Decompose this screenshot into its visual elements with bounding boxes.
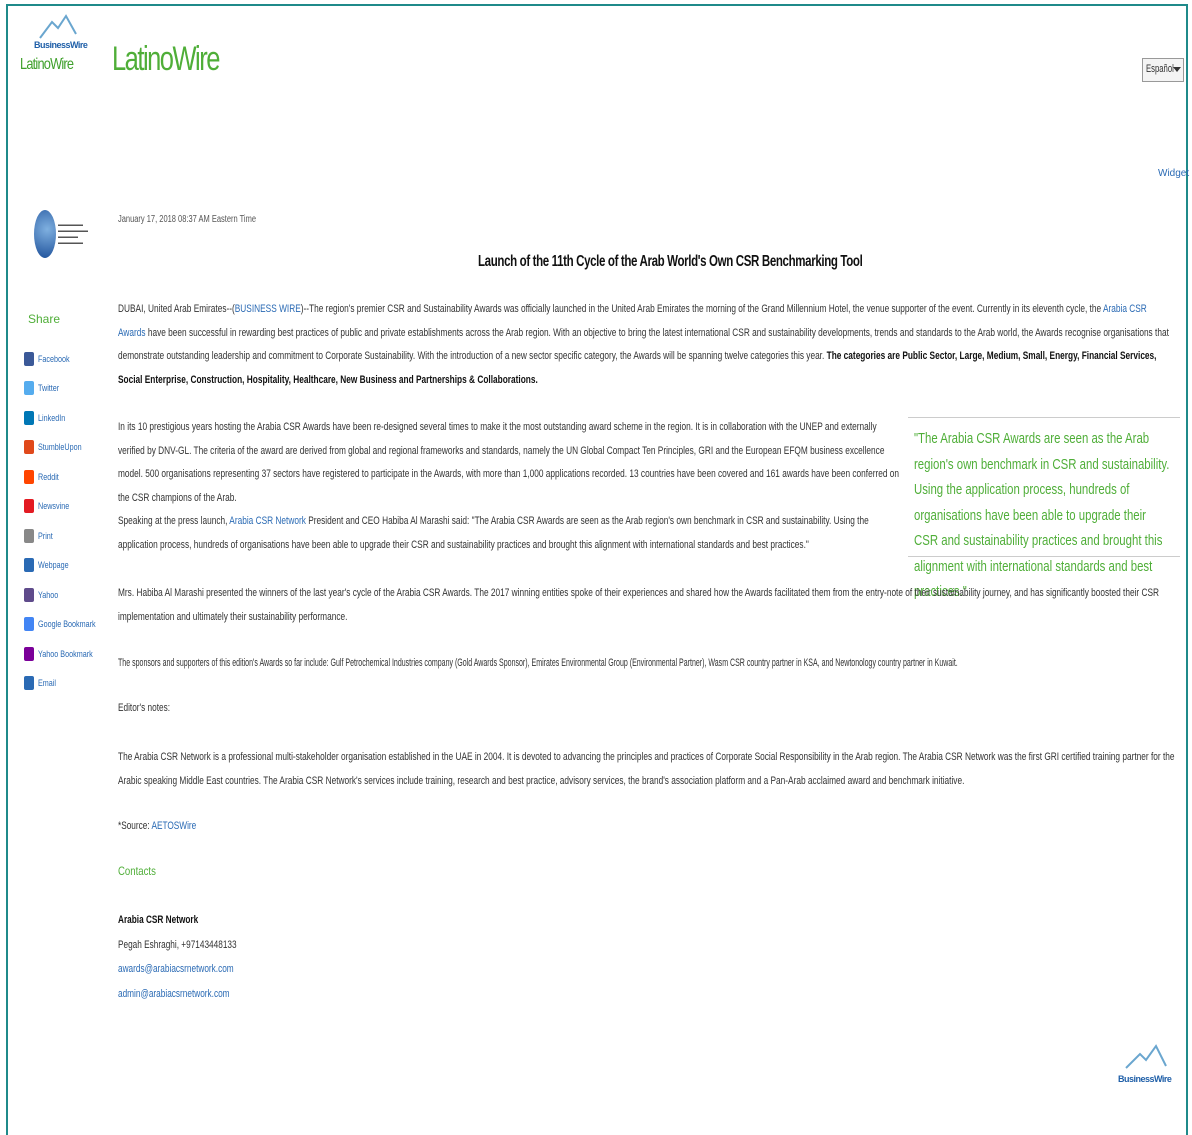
footer-logo-text: BusinessWire [1118, 1074, 1172, 1084]
businesswire-logo-text: BusinessWire [34, 40, 88, 50]
share-item-newsvine[interactable]: Newsvine [24, 492, 110, 522]
newsvine-icon [24, 499, 34, 514]
chevron-down-icon [1173, 67, 1181, 72]
mountain-icon [1125, 1044, 1167, 1069]
headline: Launch of the 11th Cycle of the Arab Wor… [478, 253, 863, 270]
paragraph-about: The Arabia CSR Network is a professional… [118, 751, 1175, 787]
source-label: *Source: [118, 820, 152, 832]
share-item-print[interactable]: Print [24, 521, 110, 551]
share-item-label: Webpage [38, 560, 69, 571]
share-item-label: Email [38, 678, 57, 689]
twitter-icon [24, 381, 34, 396]
contact-phone: Pegah Eshraghi, +97143448133 [118, 938, 237, 951]
globe-icon [34, 210, 56, 258]
yahoo-bookmark-icon [24, 646, 34, 661]
mountain-icon [39, 14, 77, 39]
email-icon [24, 676, 34, 691]
share-item-yahoo-bookmark[interactable]: Yahoo Bookmark [24, 639, 110, 669]
source-line: *Source: AETOSWire [118, 820, 196, 832]
editors-notes-label: Editor's notes: [118, 702, 171, 714]
linkedin-icon [24, 410, 34, 425]
google-bookmark-icon [24, 617, 34, 632]
print-icon [24, 528, 34, 543]
footer-businesswire-logo[interactable]: BusinessWire [1118, 1044, 1178, 1088]
language-value: Español [1146, 63, 1174, 75]
share-item-label: Google Bookmark [38, 619, 96, 630]
share-item-yahoo[interactable]: Yahoo [24, 580, 110, 610]
paragraph-history: In its 10 prestigious years hosting the … [118, 421, 900, 504]
paragraph-quote: Speaking at the press launch, Arabia CSR… [118, 510, 903, 557]
contact-email-admin[interactable]: admin@arabiacsrnetwork.com [118, 982, 237, 1007]
site-title: LatinoWire [112, 40, 220, 78]
paragraph-intro: DUBAI, United Arab Emirates--(BUSINESS W… [118, 298, 1175, 392]
share-item-label: Yahoo Bookmark [38, 648, 93, 659]
share-item-webpage[interactable]: Webpage [24, 551, 110, 581]
share-item-google-bookmark[interactable]: Google Bookmark [24, 610, 110, 640]
yahoo-icon [24, 587, 34, 602]
share-item-email[interactable]: Email [24, 669, 110, 699]
share-item-label: LinkedIn [38, 412, 66, 423]
share-item-stumbleupon[interactable]: StumbleUpon [24, 433, 110, 463]
share-item-label: StumbleUpon [38, 442, 82, 453]
share-item-facebook[interactable]: Facebook [24, 344, 110, 374]
language-select[interactable]: Español [1142, 58, 1184, 82]
facebook-icon [24, 351, 34, 366]
contact-name: Arabia CSR Network [118, 914, 199, 926]
contacts-heading: Contacts [118, 864, 156, 878]
share-item-label: Print [38, 530, 53, 541]
share-item-label: Reddit [38, 471, 59, 482]
reddit-icon [24, 469, 34, 484]
contact-email-awards[interactable]: awards@arabiacsrnetwork.com [118, 957, 237, 982]
widget-link[interactable]: Widget [1158, 168, 1189, 179]
share-item-label: Yahoo [38, 589, 59, 600]
share-item-label: Twitter [38, 383, 60, 394]
share-item-reddit[interactable]: Reddit [24, 462, 110, 492]
arabia-csr-network-link[interactable]: Arabia CSR Network [229, 515, 306, 527]
businesswire-logo[interactable]: BusinessWire LatinoWire [20, 14, 88, 78]
share-item-label: Facebook [38, 353, 70, 364]
webpage-icon [24, 558, 34, 573]
pull-quote: "The Arabia CSR Awards are seen as the A… [908, 417, 1180, 600]
latinowire-logo-text: LatinoWire [20, 56, 74, 73]
share-list: Facebook Twitter LinkedIn StumbleUpon Reddit… [24, 344, 110, 698]
p1-text-b: )--The region's premier CSR and Sustaina… [300, 303, 1103, 315]
paragraph-winners: Mrs. Habiba Al Marashi presented the win… [118, 587, 1160, 623]
pull-quote-text: "The Arabia CSR Awards are seen as the A… [914, 430, 1170, 600]
dateline: January 17, 2018 08:37 AM Eastern Time [118, 214, 256, 225]
contact-block: Arabia CSR Network Pegah Eshraghi, +9714… [118, 908, 237, 1006]
logo-tagline: ▬▬▬▬▬ ▬▬▬▬▬▬ ▬▬▬▬ ▬▬▬▬▬ [58, 222, 88, 246]
businesswire-link[interactable]: BUSINESS WIRE [235, 303, 301, 315]
paragraph-sponsors: The sponsors and supporters of this edit… [118, 657, 958, 669]
p1-text-a: DUBAI, United Arab Emirates--( [118, 303, 235, 315]
p3-text-a: Speaking at the press launch, [118, 515, 230, 527]
aetoswire-link[interactable]: AETOSWire [151, 820, 196, 832]
share-item-label: Newsvine [38, 501, 70, 512]
arabia-csr-logo: ▬▬▬▬▬ ▬▬▬▬▬▬ ▬▬▬▬ ▬▬▬▬▬ [34, 210, 100, 260]
share-item-twitter[interactable]: Twitter [24, 374, 110, 404]
stumbleupon-icon [24, 440, 34, 455]
share-item-linkedin[interactable]: LinkedIn [24, 403, 110, 433]
share-label: Share [28, 312, 61, 326]
